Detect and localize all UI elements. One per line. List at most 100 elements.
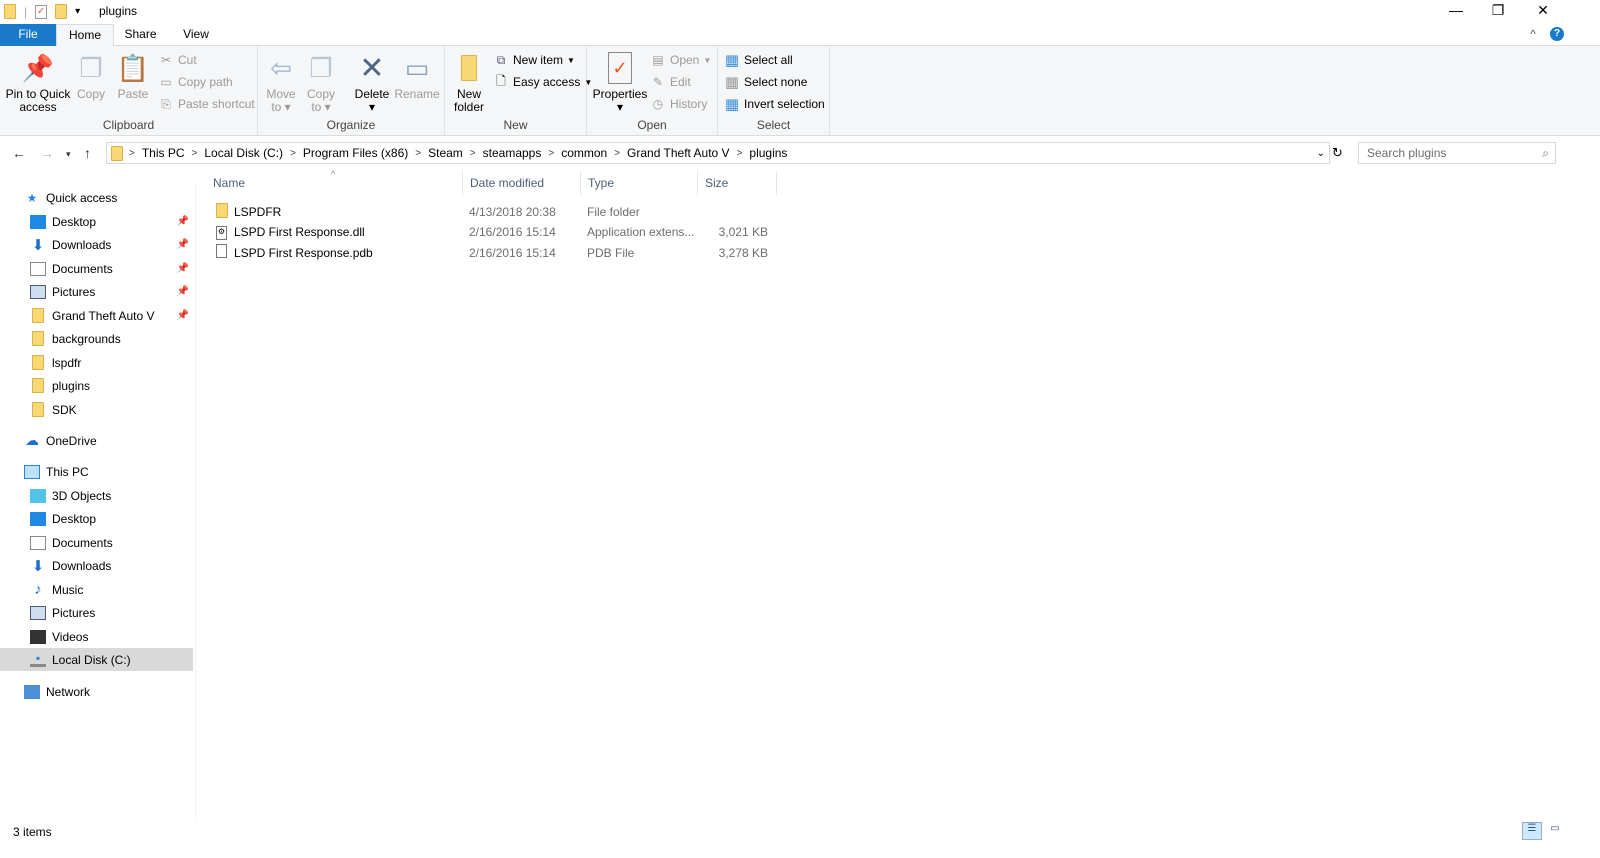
nav-this-pc[interactable]: This PC	[0, 460, 193, 483]
close-button[interactable]: ✕	[1528, 2, 1558, 19]
scissors-icon: ✂	[160, 53, 172, 67]
new-folder-icon	[454, 52, 484, 84]
customize-qat-icon[interactable]: ▾	[75, 6, 80, 17]
nav-documents[interactable]: Documents	[0, 531, 193, 554]
new-item-button[interactable]: ⧉ New item ▼	[493, 50, 575, 70]
back-button[interactable]: ←	[12, 145, 26, 161]
paste-shortcut-button[interactable]: ⎘ Paste shortcut	[158, 94, 255, 114]
nav-network[interactable]: Network	[0, 680, 193, 703]
sort-ascending-icon: ^	[331, 169, 336, 179]
file-row[interactable]: ⚙ LSPD First Response.dll 2/16/2016 15:1…	[206, 221, 768, 242]
rename-button[interactable]: ▭ Rename	[394, 52, 440, 101]
breadcrumb-plugins[interactable]: plugins	[744, 146, 792, 160]
select-all-icon: ▦	[724, 52, 740, 69]
open-icon: ▤	[652, 53, 664, 67]
nav-quick-backgrounds[interactable]: backgrounds	[0, 327, 193, 350]
properties-button[interactable]: ✓ Properties ▾	[591, 52, 649, 114]
copy-button[interactable]: ❐ Copy	[74, 52, 108, 101]
nav-desktop[interactable]: Desktop	[0, 507, 193, 530]
pin-icon: 📌	[176, 263, 189, 274]
file-row[interactable]: LSPD First Response.pdb 2/16/2016 15:14 …	[206, 242, 768, 263]
search-input[interactable]: Search plugins ⌕	[1358, 142, 1556, 164]
3d-objects-icon	[30, 488, 46, 503]
copy-to-icon: ❐	[309, 52, 333, 83]
address-dropdown-icon[interactable]: ⌄	[1317, 148, 1325, 159]
nav-quick-sdk[interactable]: SDK	[0, 398, 193, 421]
nav-3d-objects[interactable]: 3D Objects	[0, 484, 193, 507]
easy-access-button[interactable]: 🗋 Easy access ▼	[493, 72, 592, 92]
minimize-button[interactable]: —	[1441, 2, 1471, 18]
organize-label: Organize	[326, 118, 376, 132]
breadcrumb-local-disk[interactable]: Local Disk (C:)	[199, 146, 288, 160]
column-name[interactable]: Name ^	[206, 169, 463, 195]
properties-icon[interactable]: ✓	[35, 4, 48, 19]
open-button[interactable]: ▤ Open ▼	[650, 50, 711, 70]
nav-downloads[interactable]: ⬇ Downloads	[0, 554, 193, 577]
nav-quick-desktop[interactable]: Desktop 📌	[0, 210, 193, 233]
quick-access-toolbar: | ✓ ▾	[4, 4, 80, 19]
nav-quick-plugins[interactable]: plugins	[0, 374, 193, 397]
details-view-button[interactable]: ☰	[1522, 822, 1542, 840]
nav-quick-access[interactable]: ★ Quick access	[0, 186, 193, 209]
recent-locations-button[interactable]: ▾	[66, 149, 71, 160]
breadcrumb-gta-v[interactable]: Grand Theft Auto V	[622, 146, 735, 160]
select-none-button[interactable]: ▦ Select none	[724, 72, 807, 92]
new-folder-button[interactable]: New folder	[449, 52, 489, 114]
column-type[interactable]: Type	[581, 171, 698, 195]
file-type: File folder	[587, 204, 640, 219]
edit-button[interactable]: ✎ Edit	[650, 72, 691, 92]
nav-quick-documents[interactable]: Documents 📌	[0, 257, 193, 280]
nav-quick-pictures[interactable]: Pictures 📌	[0, 280, 193, 303]
tab-home[interactable]: Home	[56, 24, 114, 47]
copy-path-button[interactable]: ▭ Copy path	[158, 72, 232, 92]
nav-music[interactable]: ♪ Music	[0, 578, 193, 601]
cloud-icon: ☁	[25, 432, 39, 448]
tab-file[interactable]: File	[0, 24, 56, 46]
help-icon[interactable]: ?	[1550, 27, 1564, 41]
restore-button[interactable]: ❐	[1483, 2, 1513, 19]
desktop-icon	[30, 214, 46, 229]
large-icons-view-button[interactable]: ▭	[1545, 822, 1565, 840]
tab-share[interactable]: Share	[118, 24, 163, 46]
documents-icon	[30, 261, 46, 276]
tab-view[interactable]: View	[175, 24, 217, 46]
column-date-modified[interactable]: Date modified	[463, 171, 581, 195]
breadcrumb-steamapps[interactable]: steamapps	[478, 146, 547, 160]
nav-quick-downloads[interactable]: ⬇ Downloads 📌	[0, 233, 193, 256]
delete-button[interactable]: ✕ Delete ▾	[352, 52, 392, 114]
properties-icon: ✓	[608, 52, 632, 84]
file-date: 4/13/2018 20:38	[469, 204, 556, 219]
copy-path-icon: ▭	[160, 75, 172, 89]
column-size[interactable]: Size	[698, 171, 777, 195]
navigation-pane: ★ Quick access Desktop 📌 ⬇ Downloads 📌 Docum…	[0, 186, 196, 818]
up-button[interactable]: ↑	[84, 145, 91, 161]
file-name: LSPD First Response.pdb	[234, 245, 373, 260]
refresh-icon[interactable]: ↻	[1332, 145, 1343, 161]
breadcrumb-program-files[interactable]: Program Files (x86)	[298, 146, 413, 160]
nav-quick-gta-v[interactable]: Grand Theft Auto V 📌	[0, 304, 193, 327]
pictures-icon	[30, 284, 46, 299]
nav-quick-lspdfr[interactable]: lspdfr	[0, 351, 193, 374]
copy-to-button[interactable]: ❐ Copy to ▾	[304, 52, 338, 114]
new-folder-icon[interactable]	[55, 4, 68, 19]
nav-pictures[interactable]: Pictures	[0, 601, 193, 624]
forward-button[interactable]: →	[40, 145, 54, 161]
file-row[interactable]: LSPDFR 4/13/2018 20:38 File folder	[206, 201, 768, 222]
select-all-button[interactable]: ▦ Select all	[724, 50, 793, 70]
move-to-button[interactable]: ⇦ Move to ▾	[264, 52, 298, 114]
folder-icon	[32, 308, 44, 323]
breadcrumb-common[interactable]: common	[556, 146, 612, 160]
nav-local-disk[interactable]: ▪ Local Disk (C:)	[0, 648, 193, 671]
cut-button[interactable]: ✂ Cut	[158, 50, 197, 70]
breadcrumb-steam[interactable]: Steam	[423, 146, 468, 160]
nav-onedrive[interactable]: ☁ OneDrive	[0, 429, 193, 452]
nav-videos[interactable]: Videos	[0, 625, 193, 648]
collapse-ribbon-icon[interactable]: ^	[1526, 24, 1540, 46]
pin-to-quick-access-button[interactable]: 📌 Pin to Quick access	[4, 52, 72, 114]
paste-button[interactable]: 📋 Paste	[114, 52, 152, 101]
breadcrumb-this-pc[interactable]: This PC	[137, 146, 190, 160]
new-group: New folder ⧉ New item ▼ 🗋 Easy access ▼ New	[445, 46, 592, 135]
address-bar[interactable]: > This PC > Local Disk (C:) > Program File…	[106, 142, 1330, 164]
history-button[interactable]: ◷ History	[650, 94, 708, 114]
invert-selection-button[interactable]: ▦ Invert selection	[724, 94, 825, 114]
